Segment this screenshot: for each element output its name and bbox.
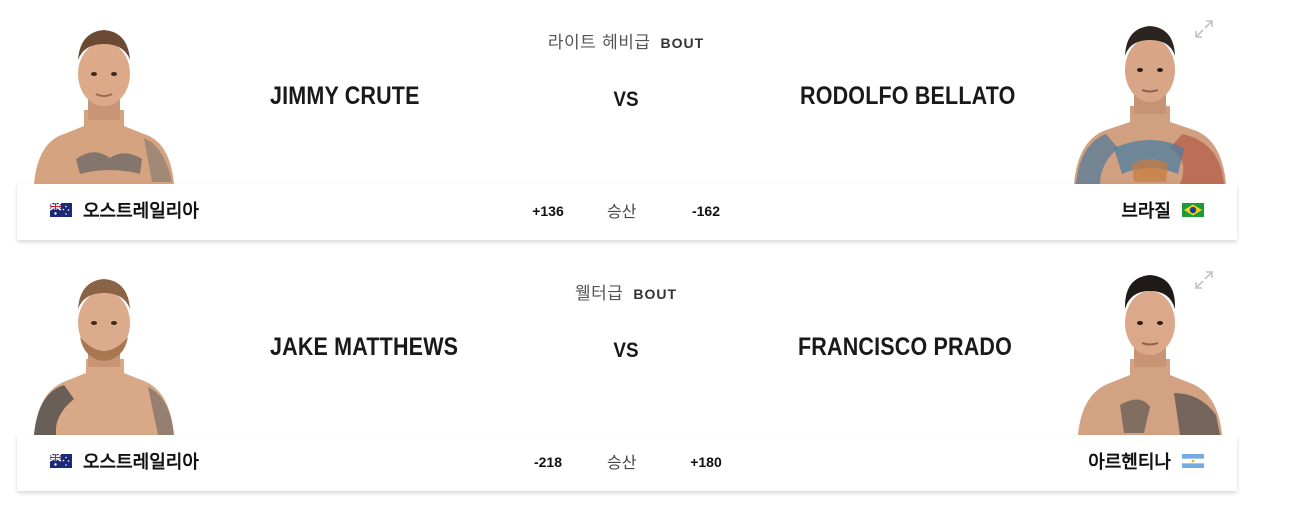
weight-class-label: 웰터급 [575, 284, 624, 304]
odds-bar: 오스트레일리아 +136 승산 -162 브라질 [17, 184, 1237, 240]
fighter-photo-right[interactable] [1070, 14, 1230, 184]
country-right: 브라질 [1121, 197, 1204, 223]
odds-right: +180 [690, 454, 722, 470]
country-left: 오스트레일리아 [50, 197, 199, 223]
brazil-flag-icon [1182, 203, 1204, 217]
country-left: 오스트레일리아 [50, 448, 199, 474]
country-name: 오스트레일리아 [83, 201, 199, 222]
fighter-photo-left[interactable] [24, 265, 184, 435]
bout-card: 웰터급 BOUT JAKE MATTHEWS VS FRANCISCO PRAD… [0, 251, 1311, 502]
odds-right: -162 [691, 203, 721, 219]
australia-flag-icon [50, 454, 72, 468]
vs-label: VS [613, 339, 639, 362]
country-name: 아르헨티나 [1088, 452, 1171, 473]
vs-label: VS [613, 88, 639, 111]
odds-label: 승산 [607, 202, 637, 221]
bout-card: 라이트 헤비급 BOUT JIMMY CRUTE VS RODOLFO BELL… [0, 0, 1311, 251]
odds-bar: 오스트레일리아 -218 승산 +180 아르헨티나 [17, 435, 1237, 491]
bout-label: BOUT [633, 286, 677, 302]
weight-class-heading: 라이트 헤비급 BOUT [0, 28, 1252, 53]
fighter-name-left[interactable]: JAKE MATTHEWS [270, 333, 458, 362]
odds-label: 승산 [607, 453, 637, 472]
australia-flag-icon [50, 203, 72, 217]
fighter-name-right[interactable]: RODOLFO BELLATO [800, 82, 1016, 111]
argentina-flag-icon [1182, 454, 1204, 468]
country-name: 브라질 [1121, 201, 1171, 222]
odds-left: -218 [533, 454, 563, 470]
country-name: 오스트레일리아 [83, 452, 199, 473]
country-right: 아르헨티나 [1088, 448, 1204, 474]
odds-left: +136 [532, 203, 564, 219]
fighter-name-right[interactable]: FRANCISCO PRADO [798, 333, 1012, 362]
weight-class-label: 라이트 헤비급 [547, 33, 651, 53]
fighter-photo-left[interactable] [24, 14, 184, 184]
bout-label: BOUT [660, 35, 705, 51]
weight-class-heading: 웰터급 BOUT [0, 279, 1252, 304]
fighter-name-left[interactable]: JIMMY CRUTE [270, 82, 420, 111]
fighter-photo-right[interactable] [1070, 265, 1230, 435]
